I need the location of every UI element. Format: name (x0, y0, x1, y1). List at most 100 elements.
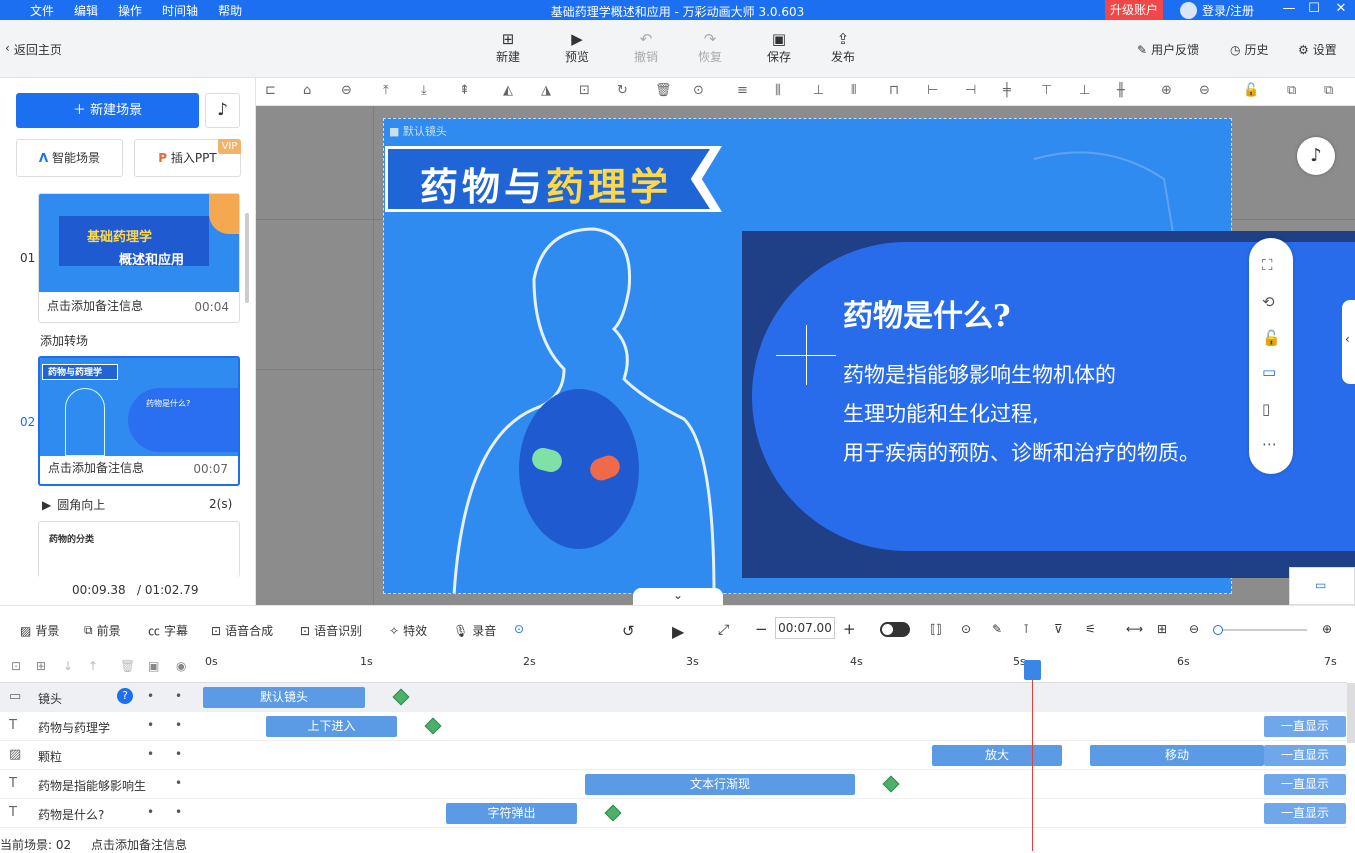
zoom-in-icon[interactable]: ⊕ (1322, 622, 1332, 636)
zoom-in-icon[interactable]: ⊕ (1161, 83, 1172, 98)
mobile-icon[interactable]: ▯ (1262, 400, 1270, 418)
upgrade-button[interactable]: 升级账户 (1105, 0, 1163, 20)
scene-card-2[interactable]: 药物与药理学 药物是什么? 点击添加备注信息 00:07 (38, 356, 240, 486)
voice-recog-button[interactable]: ⊡ 语音识别 (300, 622, 362, 639)
move-down-icon[interactable]: ↓ (63, 659, 73, 673)
vtop-icon[interactable]: ⊤ (1041, 83, 1052, 98)
timeline-clip[interactable]: 一直显示 (1264, 745, 1346, 766)
timeline-clip[interactable]: 放大 (932, 745, 1062, 766)
smart-scene-button[interactable]: Ʌ 智能场景 (16, 139, 123, 177)
more-circle-icon[interactable]: ⊖ (341, 83, 352, 98)
vcenter-icon[interactable]: ╫ (1117, 83, 1125, 98)
feedback-button[interactable]: ✎ 用户反馈 (1137, 41, 1199, 58)
timeline-clip[interactable]: 字符弹出 (446, 803, 577, 824)
scene-scrollbar[interactable] (245, 213, 249, 303)
fullscreen-icon[interactable]: ⤢ (718, 622, 729, 638)
bracket-icon[interactable]: ⟦⟧ (930, 622, 942, 636)
login-button[interactable]: 登录/注册 (1180, 2, 1254, 19)
ratio-icon[interactable]: ⊞ (1157, 622, 1167, 636)
play-icon[interactable]: ▶ (672, 622, 684, 641)
subtitle-button[interactable]: ㏄字幕 (148, 622, 188, 639)
replay-icon[interactable]: ↺ (622, 622, 635, 640)
flip-h-icon[interactable]: ◭ (503, 83, 513, 98)
add-track-icon[interactable]: ⊡ (11, 659, 21, 673)
home-icon[interactable]: ⌂ (303, 83, 311, 98)
lock-icon[interactable]: 🔓 (1262, 329, 1281, 347)
fit-icon[interactable]: ⟷ (1126, 622, 1143, 636)
copy-icon[interactable]: ⧉ (1287, 83, 1296, 98)
close-icon[interactable]: ✕ (1330, 1, 1352, 16)
lock-icon[interactable]: ⊡ (579, 83, 590, 98)
edit-icon[interactable]: ✎ (992, 622, 1002, 636)
zoom-slider[interactable] (1213, 625, 1307, 635)
timeline-clip[interactable]: 一直显示 (1264, 716, 1346, 737)
foreground-button[interactable]: ⧉ 前景 (84, 622, 121, 639)
timeline-clip[interactable]: 一直显示 (1264, 803, 1346, 824)
new-scene-button[interactable]: ＋ 新建场景 (16, 93, 199, 128)
timeline-scrollbar[interactable] (1347, 683, 1355, 743)
unlock-icon[interactable]: 🔓 (1243, 83, 1259, 98)
add-keyframe-icon[interactable] (424, 717, 442, 735)
align-bottom-icon[interactable]: ⊢ (927, 83, 938, 98)
mini-preview[interactable]: ▭ (1289, 567, 1355, 605)
minus-button[interactable]: − (755, 620, 768, 638)
back-home-button[interactable]: ‹ 返回主页 (5, 41, 62, 58)
filter-icon[interactable]: ⊽ (1054, 622, 1063, 636)
title-banner-text[interactable]: 药物与药理学 (420, 156, 672, 211)
track-title[interactable]: T 药物与药理学 • • (0, 712, 202, 741)
add-folder-icon[interactable]: ⊞ (36, 659, 46, 673)
scene-card-1[interactable]: 基础药理学 概述和应用 点击添加备注信息 00:04 (38, 193, 240, 323)
more-options-icon[interactable]: ⊙ (514, 622, 524, 636)
question-title[interactable]: 药物是什么? (843, 291, 1011, 335)
status-note[interactable]: 点击添加备注信息 (91, 838, 187, 852)
rotate-icon[interactable]: ↻ (617, 83, 628, 98)
track-question[interactable]: T 药物是什么? • • (0, 799, 202, 828)
zoom-out-icon[interactable]: ⊖ (1189, 622, 1199, 636)
sliders-icon[interactable]: ⚟ (1085, 622, 1096, 636)
toggle-switch[interactable] (880, 622, 910, 637)
add-keyframe-icon[interactable] (392, 688, 410, 706)
move-up-icon[interactable]: ↑ (88, 659, 98, 673)
align-top-icon[interactable]: ⊓ (889, 83, 899, 98)
hcenter-icon[interactable]: ╪ (1003, 83, 1011, 98)
add-keyframe-icon[interactable] (604, 804, 622, 822)
scene-note[interactable]: 点击添加备注信息 (48, 459, 144, 476)
new-button[interactable]: ⊞ 新建 (483, 30, 533, 65)
help-icon[interactable]: ? (117, 688, 133, 704)
align-mid-icon[interactable]: ⊣ (965, 83, 976, 98)
history-button[interactable]: ◷ 历史 (1230, 41, 1269, 58)
track-camera[interactable]: ▭ 镜头? • • (0, 683, 202, 712)
timeline-clip[interactable]: 上下进入 (266, 716, 397, 737)
add-transition-link[interactable]: 添加转场 (40, 332, 88, 349)
add-keyframe-icon[interactable] (882, 775, 900, 793)
scene-card-3[interactable]: 药物的分类 (38, 521, 240, 577)
definition-text[interactable]: 药物是指能够影响生物机体的 生理功能和生化过程, 用于疾病的预防、诊断和治疗的物… (843, 356, 1200, 473)
time-input[interactable]: 00:07.00 (775, 617, 835, 639)
camera-icon[interactable]: ⊙ (961, 622, 971, 636)
track-particles[interactable]: ▨ 颗粒 • • (0, 741, 202, 770)
music-icon[interactable]: ♪ (205, 93, 240, 128)
pin-icon[interactable]: ⊺ (1023, 622, 1029, 636)
flip-v-icon[interactable]: ◮ (541, 83, 551, 98)
send-back-icon[interactable]: ⤓ (421, 83, 427, 98)
timeline-clip[interactable]: 一直显示 (1264, 774, 1346, 795)
crop-icon[interactable]: ⊙ (693, 83, 704, 98)
rotate-screen-icon[interactable]: ⟲ (1262, 293, 1275, 311)
distribute-icon[interactable]: ⫴ (851, 83, 856, 98)
effects-button[interactable]: ✧ 特效 (389, 622, 427, 639)
redo-button[interactable]: ↷ 恢复 (685, 30, 735, 65)
align-left-icon[interactable]: ≡ (737, 83, 748, 98)
minimize-icon[interactable]: — (1278, 1, 1300, 16)
ruler-icon[interactable]: ⊏ (265, 83, 276, 98)
align-center-icon[interactable]: ⫼ (775, 83, 781, 98)
save-button[interactable]: ▣ 保存 (754, 30, 804, 65)
align-right-icon[interactable]: ⊥ (813, 83, 824, 98)
vbottom-icon[interactable]: ⊥ (1079, 83, 1090, 98)
eye-icon[interactable]: ◉ (176, 659, 186, 673)
layer-up-icon[interactable]: ⇞ (459, 83, 470, 98)
voice-synth-button[interactable]: ⊡ 语音合成 (211, 622, 273, 639)
timeline-clip[interactable]: 文本行渐现 (585, 774, 855, 795)
track-definition[interactable]: T 药物是指能够影响生 • (0, 770, 202, 799)
collapse-panel-button[interactable]: ‹ (1342, 300, 1355, 384)
timeline-clip[interactable]: 默认镜头 (203, 687, 365, 708)
